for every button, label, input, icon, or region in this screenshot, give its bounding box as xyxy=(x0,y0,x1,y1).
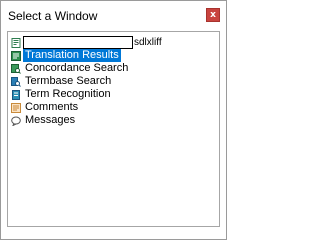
list-item-comments[interactable]: Comments xyxy=(11,101,162,114)
list-item-editor-file[interactable]: sdlxliff xyxy=(11,36,162,49)
list-item-termbase-search[interactable]: Termbase Search xyxy=(11,75,162,88)
comments-icon xyxy=(11,102,21,113)
item-label: Termbase Search xyxy=(25,75,112,87)
list-item-messages[interactable]: Messages xyxy=(11,114,162,127)
list-item-concordance-search[interactable]: Concordance Search xyxy=(11,62,162,75)
close-icon: x xyxy=(210,9,216,20)
item-label: Concordance Search xyxy=(25,62,129,74)
item-label: Translation Results xyxy=(23,49,121,62)
window-list-pane: sdlxliff Translation Results Concordance xyxy=(7,31,220,227)
close-button[interactable]: x xyxy=(206,8,220,22)
list-item-translation-results[interactable]: Translation Results xyxy=(11,49,162,62)
termbase-search-icon xyxy=(11,76,21,87)
window-list: sdlxliff Translation Results Concordance xyxy=(11,36,162,127)
item-label: Comments xyxy=(25,101,79,113)
window-name-input[interactable] xyxy=(23,36,133,49)
term-recognition-icon xyxy=(12,89,20,100)
file-extension-label: sdlxliff xyxy=(134,37,162,48)
item-label: Term Recognition xyxy=(25,88,111,100)
item-label: Messages xyxy=(25,114,76,126)
messages-icon xyxy=(11,116,21,126)
translation-results-icon xyxy=(11,50,21,61)
select-window-dialog: Select a Window x sdlxliff Translation R… xyxy=(0,0,227,240)
list-item-term-recognition[interactable]: Term Recognition xyxy=(11,88,162,101)
title-bar: Select a Window x xyxy=(1,1,226,31)
document-icon xyxy=(11,37,21,48)
dialog-title: Select a Window xyxy=(8,9,98,23)
concordance-search-icon xyxy=(11,63,21,74)
